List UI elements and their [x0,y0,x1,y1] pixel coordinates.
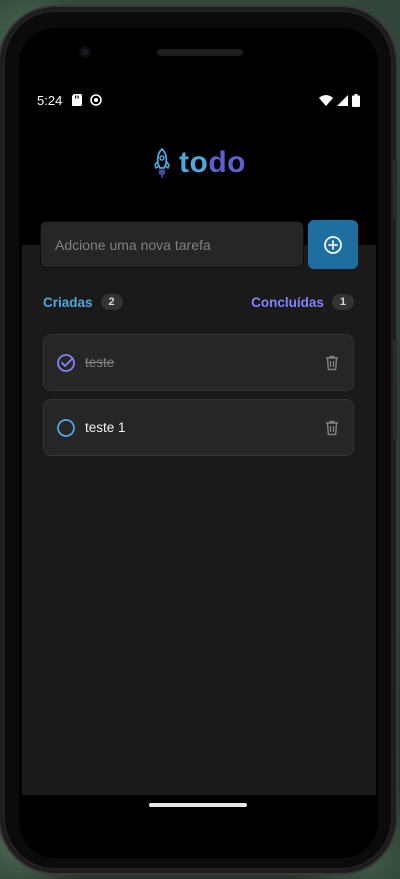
signal-icon [337,94,348,106]
status-time: 5:24 [37,92,63,108]
phone-frame: 5:24 todo Adcione uma nova tarefa Criada… [3,10,397,870]
task-counters: Criadas 2 Concluídas 1 [43,294,354,310]
task-item: teste 1 [43,399,354,456]
add-task-button[interactable] [308,220,358,269]
power-button [393,160,397,220]
new-task-input[interactable] [40,221,304,268]
new-task-form [40,220,358,269]
unchecked-circle-icon[interactable] [56,418,76,438]
front-camera [79,46,91,58]
screen: 5:24 todo Adcione uma nova tarefa Criada… [19,28,378,858]
trash-icon[interactable] [323,354,341,372]
battery-icon [352,93,360,107]
created-counter: Criadas 2 [43,294,123,310]
checked-circle-icon[interactable] [56,353,76,373]
wifi-icon [319,94,333,106]
task-list: teste teste 1 [43,334,354,464]
task-text: teste [85,355,115,370]
volume-button [393,340,397,440]
plus-circle-icon [323,235,343,255]
sd-card-icon [72,94,83,106]
created-count-badge: 2 [100,294,123,310]
completed-label: Concluídas [251,294,324,310]
task-text: teste 1 [85,420,126,435]
completed-count-badge: 1 [331,294,354,310]
completed-counter: Concluídas 1 [251,294,354,310]
trash-icon[interactable] [323,419,341,437]
status-icons-right [319,93,360,107]
home-indicator[interactable] [149,803,247,807]
created-label: Criadas [43,294,93,310]
app-title: todo [179,146,246,179]
task-item: teste [43,334,354,391]
app-header: todo [19,146,378,180]
sync-icon [90,94,103,106]
rocket-icon [151,147,173,179]
earpiece-speaker [157,49,243,56]
status-bar: 5:24 [37,90,360,110]
main-content [22,245,376,795]
